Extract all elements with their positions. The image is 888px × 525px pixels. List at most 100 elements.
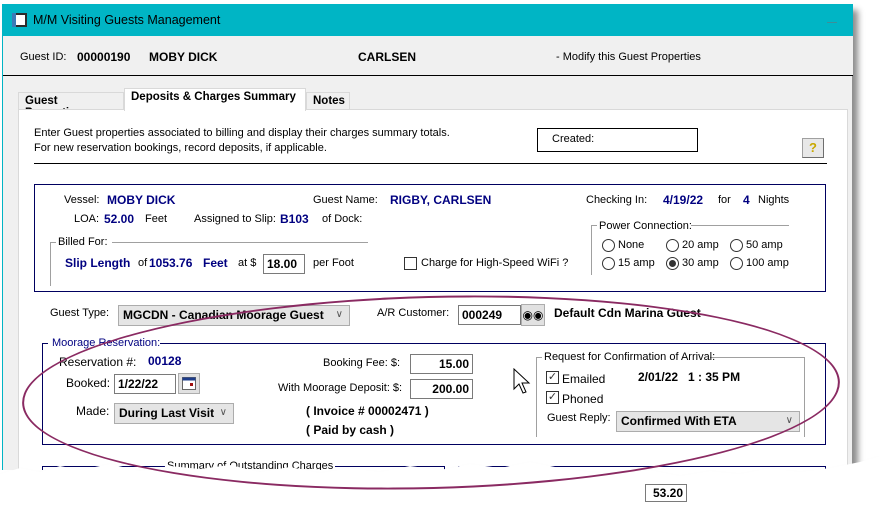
booking-fee-label: Booking Fee: $: — [323, 357, 401, 369]
confirm-frame-left — [536, 357, 537, 437]
checkin-date: 4/19/22 — [663, 193, 704, 207]
power-50-label: 50 amp — [746, 239, 783, 251]
chevron-down-icon: ∨ — [335, 309, 343, 320]
phoned-checkbox[interactable]: ✓ — [546, 391, 559, 404]
ar-customer-label: A/R Customer: — [377, 307, 450, 319]
invoice-text: ( Invoice # 00002471 ) — [306, 404, 429, 418]
torn-edge-shape — [0, 456, 888, 525]
loa-label: LOA: — [74, 213, 100, 225]
phoned-label: Phoned — [562, 392, 604, 406]
created-box: Created: — [537, 128, 698, 152]
emailed-checkbox[interactable]: ✓ — [546, 371, 559, 384]
intro-line-2: For new reservation bookings, record dep… — [34, 142, 327, 154]
for-label: for — [718, 194, 731, 206]
paid-text: ( Paid by cash ) — [306, 423, 395, 437]
power-15-radio[interactable] — [602, 257, 615, 270]
ar-customer-name: Default Cdn Marina Guest — [554, 306, 701, 320]
header-last-name: CARLSEN — [358, 50, 417, 64]
window-title: M/M Visiting Guests Management — [33, 13, 221, 27]
confirm-frame-right — [804, 357, 805, 437]
power-none-radio[interactable] — [602, 239, 615, 252]
power-15-label: 15 amp — [618, 257, 655, 269]
billed-item: Slip Length — [65, 256, 131, 270]
vessel-label: Vessel: — [64, 194, 100, 206]
power-none-label: None — [618, 239, 645, 251]
tab-guest-properties[interactable]: Guest Properties — [18, 92, 124, 119]
reservation-number-value: 00128 — [148, 354, 182, 368]
wifi-checkbox[interactable] — [404, 257, 417, 270]
calendar-icon[interactable] — [178, 373, 200, 394]
power-100-label: 100 amp — [746, 257, 789, 269]
confirm-title: Request for Confirmation of Arrival: — [544, 351, 716, 363]
checkin-label: Checking In: — [586, 194, 648, 206]
power-frame-line — [691, 225, 789, 226]
billed-qty: 1053.76 — [149, 256, 193, 270]
window-app-icon — [12, 13, 27, 27]
tab-deposits-charges[interactable]: Deposits & Charges Summary — [124, 88, 306, 111]
power-20-label: 20 amp — [682, 239, 719, 251]
billed-unit: Feet — [203, 256, 228, 270]
made-label: Made: — [76, 404, 110, 418]
calendar-glyph — [182, 377, 196, 390]
power-100-radio[interactable] — [730, 257, 743, 270]
torn-edge — [0, 456, 888, 525]
intro-line-1: Enter Guest properties associated to bil… — [34, 127, 450, 139]
title-bar[interactable]: M/M Visiting Guests Management — [3, 4, 853, 36]
made-select[interactable]: During Last Visit ∨ — [114, 403, 234, 424]
wifi-label: Charge for High-Speed WiFi ? — [421, 257, 569, 269]
slip-label: Assigned to Slip: — [194, 213, 276, 225]
chevron-down-icon: ∨ — [219, 407, 227, 418]
made-value: During Last Visit — [119, 406, 215, 420]
power-30-label: 30 amp — [682, 257, 719, 269]
reservation-frame-edge — [42, 343, 48, 344]
loa-value: 52.00 — [104, 212, 135, 226]
reply-select[interactable]: Confirmed With ETA ∨ — [616, 411, 800, 432]
emailed-datetime: 2/01/22 1 : 35 PM — [638, 370, 741, 384]
header-vessel-name: MOBY DICK — [149, 50, 218, 64]
divider — [34, 163, 827, 164]
nights-value: 4 — [743, 193, 750, 207]
vessel-value: MOBY DICK — [107, 193, 176, 207]
billed-for-frame-edge — [50, 242, 56, 243]
power-50-radio[interactable] — [730, 239, 743, 252]
binoculars-icon[interactable]: ◉◉ — [521, 304, 545, 326]
help-document-icon[interactable]: ? — [802, 138, 824, 158]
rate-unit: per Foot — [313, 257, 354, 269]
guest-header: Guest ID: 00000190 MOBY DICK CARLSEN - M… — [3, 36, 853, 76]
booking-fee-input[interactable]: 15.00 — [410, 354, 473, 374]
confirm-frame-edge — [536, 357, 542, 358]
power-frame-edge — [591, 225, 597, 226]
loa-unit: Feet — [145, 213, 168, 225]
minimize-icon[interactable] — [827, 14, 839, 24]
slip-value: B103 — [280, 212, 309, 226]
reply-value: Confirmed With ETA — [621, 414, 737, 428]
mouse-cursor-icon — [513, 368, 531, 394]
deposit-label: With Moorage Deposit: $: — [278, 382, 403, 394]
reservation-title: Moorage Reservation: — [52, 337, 161, 349]
ar-customer-input[interactable]: 000249 — [458, 305, 521, 325]
summary-partial-value: 53.20 — [645, 484, 687, 502]
guest-name-value: RIGBY, CARLSEN — [390, 193, 492, 207]
booked-label: Booked: — [66, 376, 111, 390]
chevron-down-icon: ∨ — [785, 415, 793, 426]
power-frame-left — [591, 225, 592, 275]
reservation-frame-line — [160, 343, 826, 344]
power-30-radio[interactable] — [666, 257, 679, 270]
reply-label: Guest Reply: — [547, 412, 611, 424]
rate-input[interactable]: 18.00 — [263, 254, 305, 274]
billed-for-title: Billed For: — [58, 236, 108, 248]
guest-name-label: Guest Name: — [313, 194, 378, 206]
guest-type-label: Guest Type: — [50, 307, 110, 319]
billed-of-label: of — [138, 257, 148, 269]
deposit-input[interactable]: 200.00 — [410, 379, 473, 399]
rate-label: at $ — [238, 257, 257, 269]
mode-text: - Modify this Guest Properties — [556, 51, 701, 63]
guest-type-value: MGCDN - Canadian Moorage Guest — [123, 308, 324, 322]
emailed-label: Emailed — [562, 372, 606, 386]
nights-label: Nights — [758, 194, 790, 206]
confirm-frame-line — [710, 357, 804, 358]
power-20-radio[interactable] — [666, 239, 679, 252]
booked-date-input[interactable]: 1/22/22 — [114, 374, 176, 394]
guest-type-select[interactable]: MGCDN - Canadian Moorage Guest ∨ — [118, 305, 350, 326]
tab-notes[interactable]: Notes — [306, 92, 350, 110]
